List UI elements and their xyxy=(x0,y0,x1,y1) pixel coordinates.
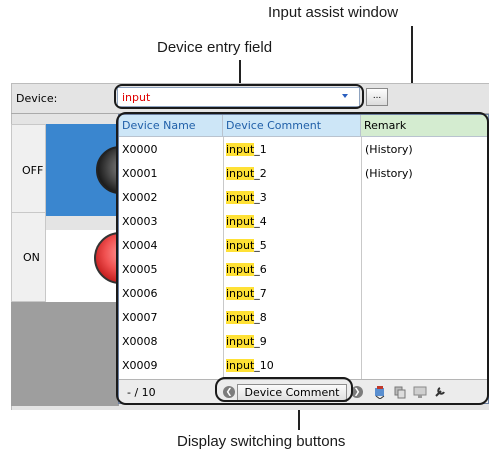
input-assist-window-callout: Input assist window xyxy=(268,4,399,21)
device-entry-field-callout: Device entry field xyxy=(157,39,273,56)
state-divider xyxy=(11,212,46,213)
browse-button[interactable]: ... xyxy=(366,88,388,106)
state-label-on: ON xyxy=(23,251,40,264)
device-entry-highlight-outline xyxy=(114,84,364,109)
display-switching-buttons-callout: Display switching buttons xyxy=(177,433,346,450)
device-label: Device: xyxy=(16,92,58,105)
state-label-off: OFF xyxy=(22,164,44,177)
display-switching-highlight-outline xyxy=(215,377,353,402)
state-column xyxy=(11,124,46,302)
empty-area xyxy=(11,302,119,406)
input-assist-highlight-outline xyxy=(116,112,489,405)
